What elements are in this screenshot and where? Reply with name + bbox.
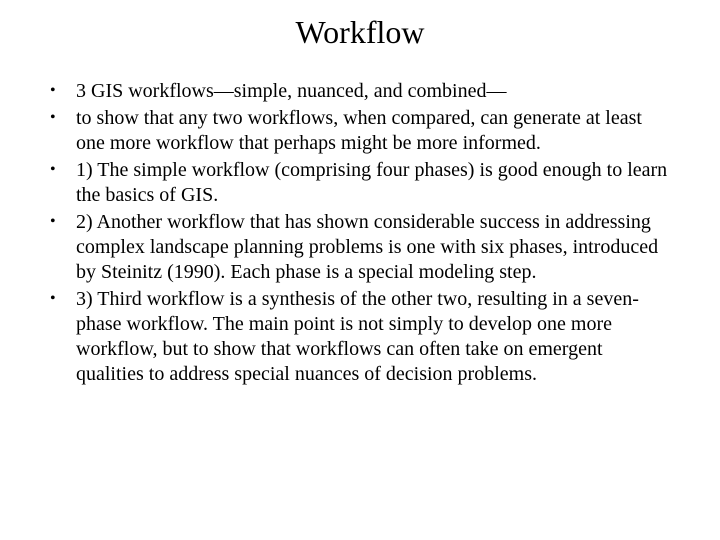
list-item: 1) The simple workflow (comprising four … bbox=[40, 158, 670, 208]
list-item: 3 GIS workflows—simple, nuanced, and com… bbox=[40, 79, 670, 104]
list-item: to show that any two workflows, when com… bbox=[40, 106, 670, 156]
slide-title: Workflow bbox=[40, 14, 680, 51]
slide: Workflow 3 GIS workflows—simple, nuanced… bbox=[0, 0, 720, 540]
bullet-list: 3 GIS workflows—simple, nuanced, and com… bbox=[40, 79, 680, 387]
list-item: 2) Another workflow that has shown consi… bbox=[40, 210, 670, 285]
list-item: 3) Third workflow is a synthesis of the … bbox=[40, 287, 670, 387]
